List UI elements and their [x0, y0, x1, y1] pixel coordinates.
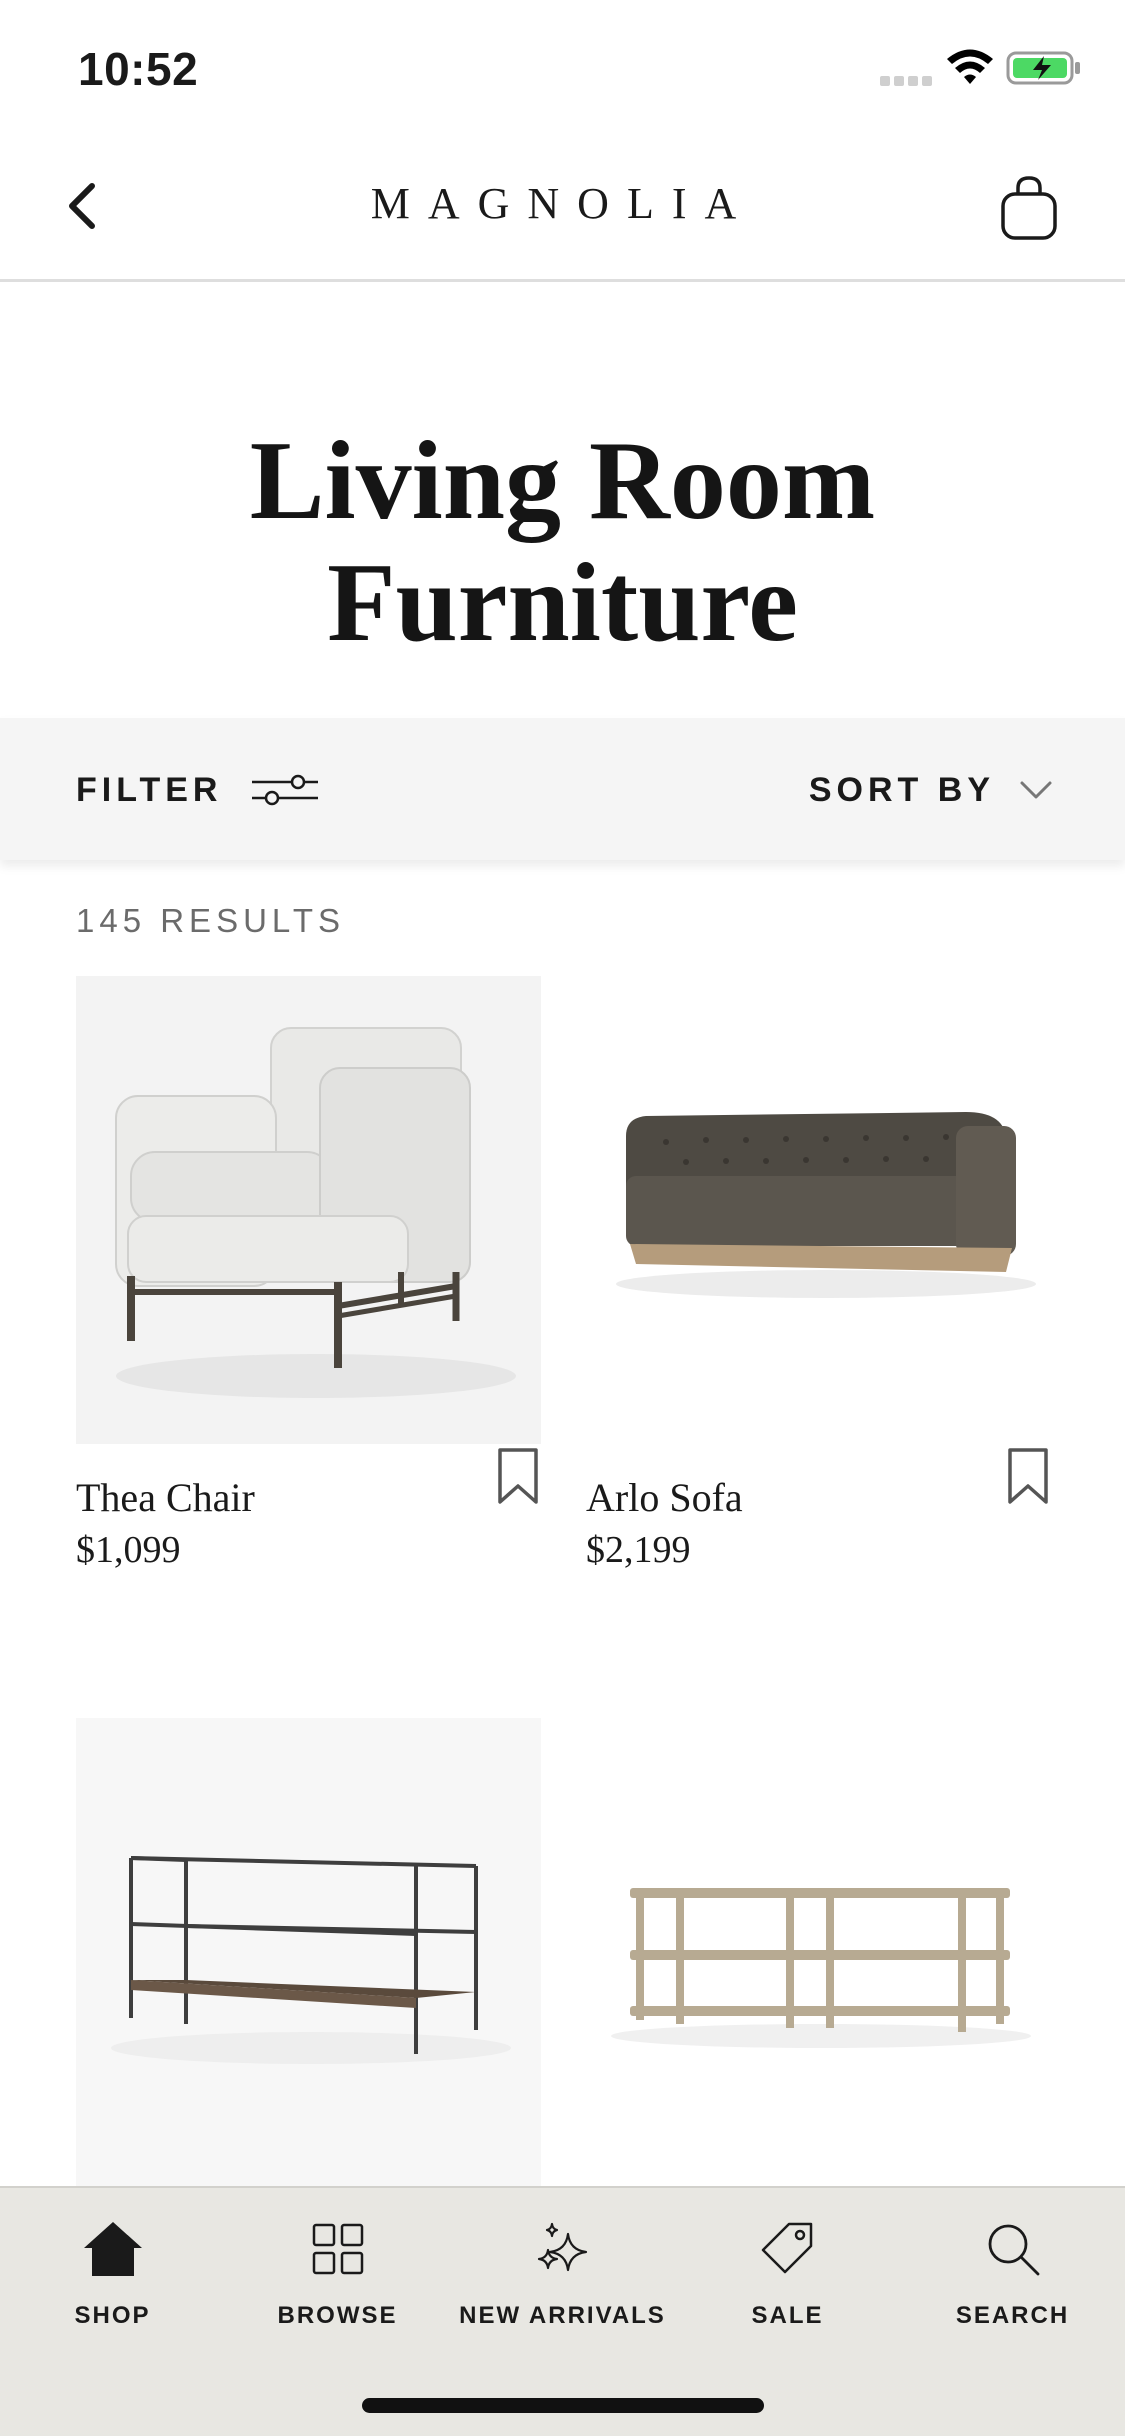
search-icon: [988, 2224, 1039, 2276]
home-indicator[interactable]: [362, 2398, 764, 2413]
tab-browse[interactable]: BROWSE: [225, 2216, 450, 2346]
product-card[interactable]: Thea Chair $1,099: [76, 976, 541, 1576]
product-price: $2,199: [586, 1529, 691, 1571]
product-image-sofa[interactable]: [586, 976, 1051, 1444]
chevron-down-icon: [1020, 781, 1052, 799]
filter-label: FILTER: [76, 770, 223, 809]
tab-label: SHOP: [74, 2302, 151, 2329]
tab-label: SEARCH: [955, 2302, 1070, 2329]
page-title: Living Room Furniture: [0, 420, 1125, 664]
home-icon: [83, 2222, 142, 2276]
results-count: 145 RESULTS: [76, 902, 345, 939]
tag-icon: [761, 2222, 812, 2274]
product-name[interactable]: Thea Chair: [76, 1474, 255, 1521]
product-name[interactable]: Arlo Sofa: [586, 1474, 743, 1521]
product-card[interactable]: Arlo Sofa $2,199: [586, 976, 1051, 1576]
cellular-signal-icon: [880, 76, 934, 86]
product-image-wood-console[interactable]: [586, 1718, 1051, 2186]
tab-sale[interactable]: SALE: [675, 2216, 900, 2346]
product-card[interactable]: [586, 1718, 1051, 2186]
tab-search[interactable]: SEARCH: [900, 2216, 1125, 2346]
sparkle-icon: [537, 2222, 587, 2272]
tab-label: SALE: [751, 2302, 824, 2329]
status-bar: 10:52: [0, 0, 1125, 132]
tab-new-arrivals[interactable]: NEW ARRIVALS: [450, 2216, 675, 2346]
sort-label: SORT BY: [808, 770, 995, 809]
page-title-line1: Living Room: [249, 419, 876, 543]
brand-logo[interactable]: MAGNOLIA: [0, 178, 1125, 229]
page-title-line2: Furniture: [327, 541, 798, 665]
wifi-icon: [947, 49, 993, 84]
filter-sort-bar: FILTER SORT BY: [0, 718, 1125, 860]
grid-icon: [312, 2223, 363, 2275]
app-header: MAGNOLIA: [0, 132, 1125, 282]
product-image-chair[interactable]: [76, 976, 541, 1444]
shopping-bag-icon[interactable]: [994, 172, 1064, 244]
screen: 10:52 MAGNOLIA Living Room Furniture FIL…: [0, 0, 1125, 2436]
battery-icon: [1006, 51, 1080, 85]
tab-label: NEW ARRIVALS: [459, 2302, 666, 2329]
bookmark-icon[interactable]: [1006, 1446, 1050, 1506]
tab-label: BROWSE: [277, 2302, 398, 2329]
status-time: 10:52: [78, 43, 199, 95]
sliders-icon: [252, 774, 319, 806]
bookmark-icon[interactable]: [496, 1446, 540, 1506]
product-card[interactable]: [76, 1718, 541, 2186]
product-price: $1,099: [76, 1529, 181, 1571]
filter-button[interactable]: FILTER: [76, 762, 320, 818]
tab-shop[interactable]: SHOP: [0, 2216, 225, 2346]
sort-by-button[interactable]: SORT BY: [809, 762, 1053, 818]
product-image-console[interactable]: [76, 1718, 541, 2186]
